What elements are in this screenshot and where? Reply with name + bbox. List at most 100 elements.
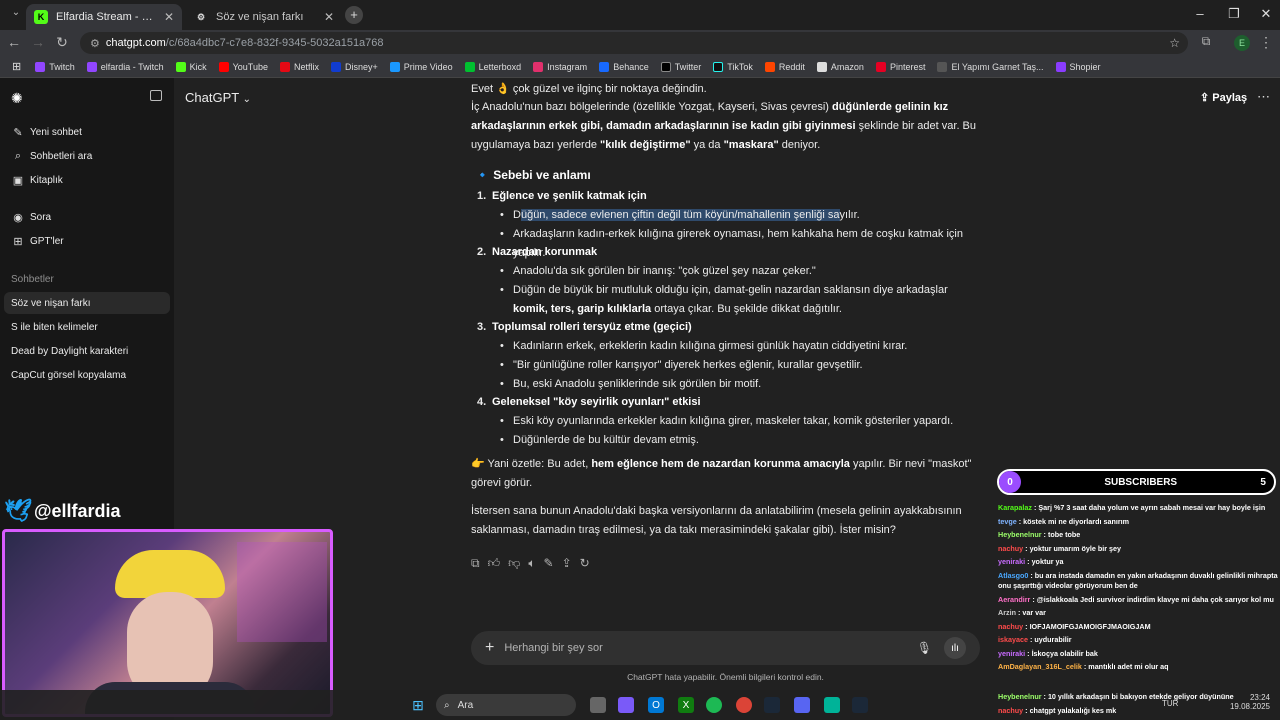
bookmark-label: YouTube [232,61,268,72]
new-tab-button[interactable]: + [345,6,363,24]
outlook-icon[interactable]: O [648,697,664,713]
bookmark-elfardia-twitch[interactable]: elfardia - Twitch [86,61,164,72]
bookmark-label: Behance [613,61,649,72]
chrome-icon[interactable] [736,697,752,713]
thumbs-down-icon[interactable]: 👎︎ [508,556,520,571]
openai-logo-icon[interactable]: ✺ [11,90,23,107]
disney-icon [331,61,341,72]
diamond-icon: 🔹 [475,168,490,182]
chat-item-s-kelimeler[interactable]: S ile biten kelimeler [4,316,170,338]
chat-item-dead-by-daylight[interactable]: Dead by Daylight karakteri [4,340,170,362]
chats-section-title: Sohbetler [11,274,54,285]
maximize-button[interactable]: ❐ [1224,6,1244,22]
extensions-icon[interactable]: ⧉ [1196,34,1216,49]
close-icon[interactable]: ✕ [164,10,174,24]
bookmark-label: Letterboxd [478,61,522,72]
tab-chatgpt[interactable]: ⚙ Söz ve nişan farkı ✕ [186,4,342,30]
profile-avatar[interactable]: E [1234,35,1250,51]
plus-icon[interactable]: + [485,639,494,657]
chat-composer[interactable]: + Herhangi bir şey sor 🎙︎ ılı [471,631,980,665]
chat-text: chatgpt yalakalığı kes mk [1029,705,1117,715]
site-info-icon[interactable]: ⚙ [90,37,100,50]
section-heading: 🔹 Sebebi ve anlamı [475,166,980,185]
bookmark-prime-video[interactable]: Prime Video [389,61,453,72]
chat-item-soz-nisan[interactable]: Söz ve nişan farkı [4,292,170,314]
chat-message: Heybenelnur : tobe tobe [998,530,1081,539]
library-button[interactable]: ▣ Kitaplık [8,169,168,191]
bookmark-amazon[interactable]: Amazon [816,61,864,72]
taskbar-search[interactable]: ⌕ Ara [436,694,576,716]
tab-search-icon[interactable]: ⌄ [6,7,26,18]
forward-icon[interactable]: → [28,34,48,50]
model-selector[interactable]: ChatGPT ⌄ [185,90,251,105]
apps-icon[interactable]: ⊞ [12,60,21,73]
closing-paragraph: İstersen sana bunun Anadolu'daki başka v… [471,505,962,536]
bookmark-label: Kick [189,61,207,72]
bookmark-kick[interactable]: Kick [175,61,207,72]
share-button[interactable]: ⇪ Paylaş [1200,91,1247,104]
bookmark-twitch[interactable]: Twitch [35,61,75,72]
twitter-handle: @ellfardia [33,500,121,521]
close-icon[interactable]: ✕ [324,10,334,24]
bookmark-tiktok[interactable]: TikTok [713,61,753,72]
spotify-icon[interactable] [706,697,722,713]
address-bar[interactable]: ⚙ chatgpt.com/c/68a4dbc7-c7e8-832f-9345-… [80,32,1188,54]
chat-text: 10 yıllık arkadaşın bi bakıyon etekde ge… [1047,692,1234,701]
steam-icon[interactable] [852,697,868,713]
new-chat-button[interactable]: ✎ Yeni sohbet [8,121,168,143]
composer-placeholder[interactable]: Herhangi bir şey sor [504,642,602,654]
close-window-button[interactable]: ✕ [1256,6,1276,22]
regenerate-icon[interactable]: ↻ [580,556,590,571]
bullet-3-1: • Kadınların erkek, erkeklerin kadın kılı… [500,337,983,356]
chat-user: yeniraki [998,557,1026,566]
game-app-icon[interactable] [824,697,840,713]
search-icon: ⌕ [444,699,450,711]
bookmark-behance[interactable]: Behance [599,61,649,72]
chat-message: tevge : köstek mi ne diyorlardı sanırım [998,516,1130,526]
xbox-icon[interactable]: X [678,697,694,713]
copilot-icon[interactable] [618,697,634,713]
chat-user: nachuy [998,543,1024,553]
bookmark-instagram[interactable]: Instagram [533,61,587,72]
bookmark-shopier[interactable]: Shopier [1055,61,1101,72]
tab-title: Elfardia Stream - Watch Live on [56,11,158,23]
selected-text: üğün, sadece evlenen çiftin değil tüm kö… [520,209,840,221]
bookmark-garnet[interactable]: El Yapımı Garnet Taş... [937,61,1044,72]
tab-elfardia-stream[interactable]: K Elfardia Stream - Watch Live on ✕ [26,4,182,30]
disclaimer: ChatGPT hata yapabilir. Önemli bilgileri… [627,672,824,682]
read-aloud-icon[interactable]: 🔈︎ [528,556,535,571]
bookmark-label: Amazon [830,61,864,72]
back-icon[interactable]: ← [4,34,24,50]
close-sidebar-icon[interactable] [150,90,162,101]
voice-mode-icon[interactable]: ılı [944,637,966,659]
edit-icon[interactable]: ✎ [544,556,554,571]
bookmark-youtube[interactable]: YouTube [218,61,268,72]
bookmark-pinterest[interactable]: Pinterest [875,61,925,72]
bookmark-netflix[interactable]: Netflix [279,61,319,72]
chat-item-capcut[interactable]: CapCut görsel kopyalama [4,364,170,386]
copy-icon[interactable]: ⧉ [471,556,480,571]
minimize-button[interactable]: – [1190,6,1210,21]
text-bold: "maskara" [723,139,779,151]
bullet-3-3: • Bu, eski Anadolu şenliklerinde sık görü… [500,375,983,394]
thumbs-up-icon[interactable]: 👍︎ [488,556,501,571]
text-run: Anadolu'da sık görülen bir inanış: "çok … [513,265,816,277]
bookmark-letterboxd[interactable]: Letterboxd [464,61,522,72]
more-options-icon[interactable]: ⋯ [1257,89,1270,105]
bookmark-twitter[interactable]: Twitter [660,61,701,72]
microphone-icon[interactable]: 🎙︎ [917,641,932,655]
menu-icon[interactable]: ⋮ [1256,34,1276,51]
bookmark-star-icon[interactable]: ☆ [1169,36,1180,50]
steam-icon[interactable] [764,697,780,713]
bookmark-reddit[interactable]: Reddit [764,61,805,72]
bookmark-label: Disney+ [345,61,378,72]
discord-icon[interactable] [794,697,810,713]
bookmark-disney[interactable]: Disney+ [331,61,378,72]
windows-start-icon[interactable]: ⊞ [410,697,426,713]
task-view-icon[interactable] [590,697,606,713]
share-message-icon[interactable]: ⇪ [562,556,572,571]
sora-button[interactable]: ◉ Sora [8,206,168,228]
reload-icon[interactable]: ↻ [52,34,72,51]
search-chats-button[interactable]: ⌕ Sohbetleri ara [8,145,168,167]
gpts-button[interactable]: ⊞ GPT'ler [8,230,168,252]
